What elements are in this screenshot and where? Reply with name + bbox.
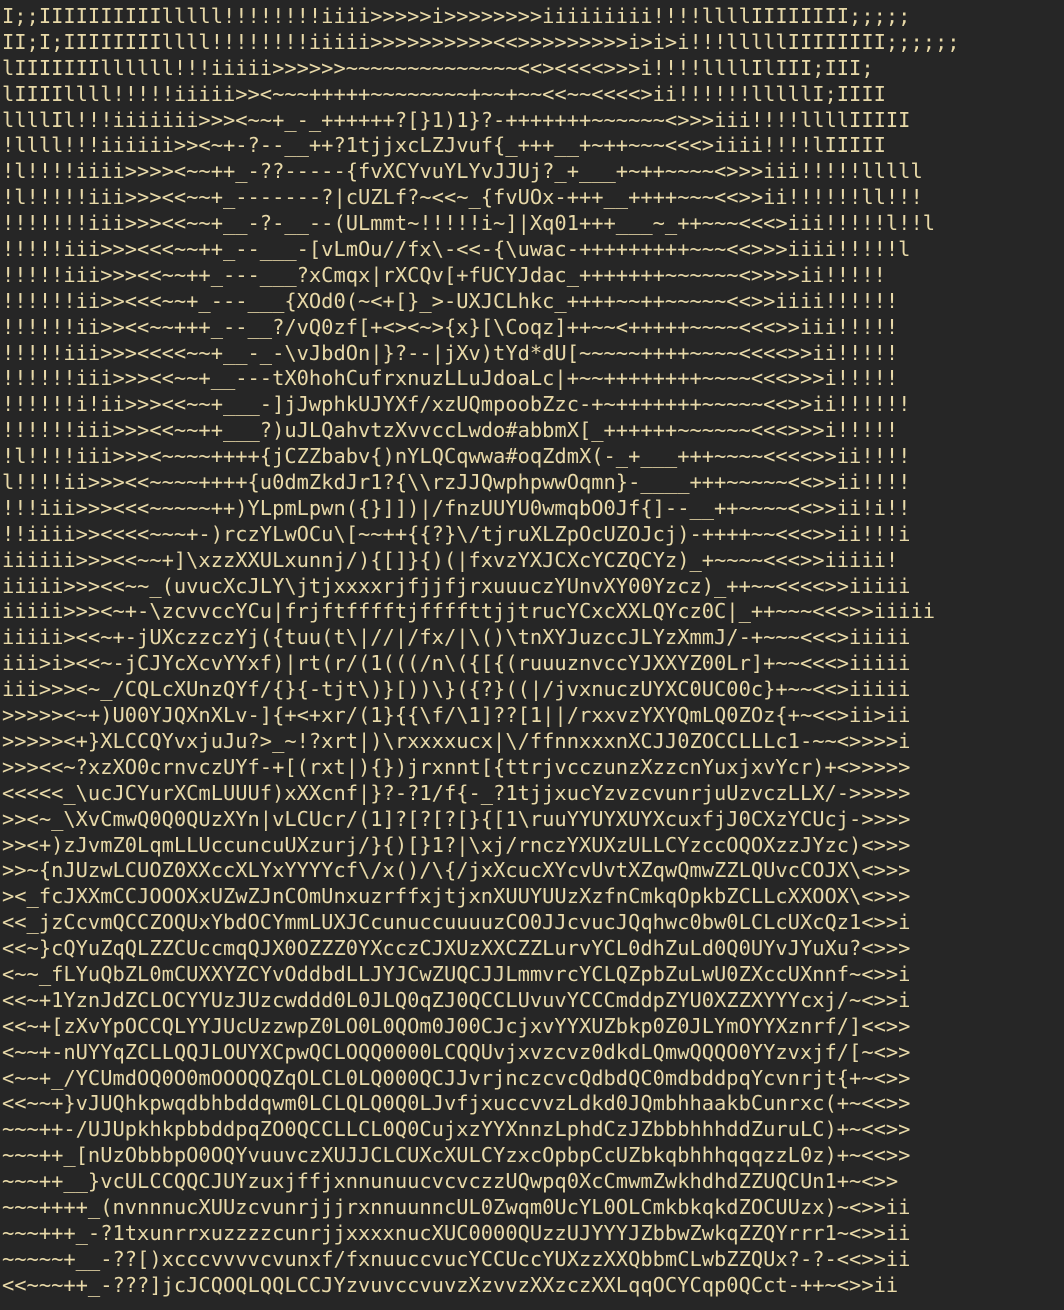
ascii-line: !l!!!!!iii>>><<~~+_-------?|cUZLf?~<<~_{… xyxy=(2,185,923,210)
ascii-line: <<~~~++_-???]jcJCQOQLQQLCCJYzvuvccvuvzXz… xyxy=(2,1272,899,1297)
ascii-line: >>><<~?xzXO0crnvczUYf-+[(rxt|){})jrxnnt[… xyxy=(2,754,911,779)
ascii-line: >>>>><~+)U00YJQXnXLv-]{+<+xr/(1}{{\f/\1]… xyxy=(2,703,911,728)
ascii-line: !llll!!!iiiiii>><~+-?--__++?1tjjxcLZJvuf… xyxy=(2,133,886,158)
ascii-line: !!!!!!ii>><<~~+++_--__?/vQ0zf[+<><~>{x}[… xyxy=(2,314,899,339)
ascii-line: <<~+[zXvYpOCCQLYYJUcUzzwpZ0LO0L0QOm0J00C… xyxy=(2,1013,911,1038)
ascii-line: !!!!!!iii>>><<~~++___?)uJLQahvtzXvvccLwd… xyxy=(2,418,899,443)
ascii-line: !!!!!!!iii>>><<~~+__-?-__--(ULmmt~!!!!!i… xyxy=(2,211,935,236)
ascii-line: !!!!!!iii>>><<~~+__---tX0hohCufrxnuzLLuJ… xyxy=(2,366,899,391)
ascii-line: <~~+-nUYYqZCLLQQJLOUYXCpwQCLOQQ0000LCQQU… xyxy=(2,1039,911,1064)
ascii-line: iii>i><<~-jCJYcXcvYYxf)|rt(r/(1(((/n\({[… xyxy=(2,651,911,676)
ascii-line: !!!!!iii>>><<~~++_---___?xCmqx|rXCQv[+fU… xyxy=(2,262,886,287)
ascii-line: lIIIIIIIllllll!!!iiiii>>>>>>~~~~~~~~~~~~… xyxy=(2,55,874,80)
ascii-line: !!iiii>><<<<~~~+-)rczYLwOCu\[~~++{{?}\/t… xyxy=(2,521,911,546)
ascii-line: iiiii>>><<~~_(uvucXcJLY\jtjxxxxrjfjjfjrx… xyxy=(2,573,911,598)
ascii-line: !!!!!!ii>><<<~~+_---___{XOd0(~<+[}_>-UXJ… xyxy=(2,288,899,313)
ascii-line: ~~~++-/UJUpkhkpbbddpqZO0QCCLLCL0Q0CujxzY… xyxy=(2,1117,911,1142)
ascii-line: <<<<<_\ucJCYurXCmLUUUf)xXXcnf|}?-?1/f{-_… xyxy=(2,780,911,805)
ascii-line: iiiiii>>><<~~+]\xzzXXULxunnj/){[]}{)(|fx… xyxy=(2,547,899,572)
ascii-art-block: I;;IIIIIIIIIIlllll!!!!!!!!iiii>>>>>i>>>>… xyxy=(2,0,1064,1310)
ascii-line: >>~{nJUzwLCUOZ0XXccXLYxYYYYcf\/x()/\{/jx… xyxy=(2,858,911,883)
ascii-line: lIIIIllll!!!!!iiiii>><~~~+++++~~~~~~~~+~… xyxy=(2,81,886,106)
ascii-line: <~~+_/YCUmdOQ0O0mOOOQQZqOLCL0LQ000QCJJvr… xyxy=(2,1065,911,1090)
ascii-line: <<_jzCcvmQCCZOQUxYbdOCYmmLUXJCcunuccuuuu… xyxy=(2,910,911,935)
ascii-line: ><_fcJXXmCCJOOOXxUZwZJnCOmUnxuzrffxjtjxn… xyxy=(2,884,911,909)
ascii-line: iii>>><~_/CQLcXUnzQYf/{}{-tjt\)}[))\}({?… xyxy=(2,677,911,702)
ascii-line: <<~}cQYuZqQLZZCUccmqQJX0OZZZ0YXcczCJXUzX… xyxy=(2,936,911,961)
ascii-line: !!!iii>>><<<~~~~~++)YLpmLpwn({}]])|/fnzU… xyxy=(2,495,911,520)
ascii-line: iiiii><<~+-jUXczzczYj({tuu(t\|//|/fx/|\(… xyxy=(2,625,911,650)
ascii-line: !l!!!!iiii>>>><~~++_-??-----{fvXCYvuYLYv… xyxy=(2,159,923,184)
ascii-line: <<~~+}vJUQhkpwqdbhbddqwm0LCLQLQ0Q0LJvfjx… xyxy=(2,1091,911,1116)
ascii-line: >><~_\XvCmwQ0Q0QUzXYn|vLCUcr/(1]?[?[?[}{… xyxy=(2,806,911,831)
ascii-line: ~~~~~+__-??[)xcccvvvvcvunxf/fxnuuccvucYC… xyxy=(2,1246,911,1271)
ascii-line: iiiii>>><~+-\zcvvccYCu|frjftfffftjfffftt… xyxy=(2,599,935,624)
ascii-line: ~~~++__}vcULCCQQCJUYzuxjffjxnnunuucvcvcz… xyxy=(2,1169,899,1194)
ascii-line: !l!!!!iii>>><~~~~++++{jCZZbabv{)nYLQCqww… xyxy=(2,444,911,469)
ascii-line: !!!!!iii>>><<<<~~+__-_-\vJbdOn|}?--|jXv)… xyxy=(2,340,899,365)
ascii-line: I;;IIIIIIIIIIlllll!!!!!!!!iiii>>>>>i>>>>… xyxy=(2,4,911,28)
ascii-line: <<~+1YznJdZCLOCYYUzJUzcwddd0L0JLQ0qZJ0QC… xyxy=(2,987,911,1012)
ascii-line: ~~~++_[nUzObbbpO0OQYvuuvczXUJJCLCUXcXULC… xyxy=(2,1143,911,1168)
ascii-line: >><+)zJvmZ0LqmLLUccuncuUXzurj/}{)[}1?|\x… xyxy=(2,832,911,857)
ascii-line: l!!!!ii>>><<~~~~++++{u0dmZkdJr1?{\\rzJJQ… xyxy=(2,470,911,495)
ascii-line: !!!!!!i!ii>>><<~~+___-]jJwphkUJYXf/xzUQm… xyxy=(2,392,911,417)
ascii-line: llllIl!!!iiiiiii>>><~~+_-_++++++?[}1)1}?… xyxy=(2,107,911,132)
ascii-line: <~~_fLYuQbZL0mCUXXYZCYvOddbdLLJYJCwZUQCJ… xyxy=(2,961,911,986)
ascii-line: ~~~+++_-?1txunrrxuzzzzcunrjjxxxxnucXUC00… xyxy=(2,1220,911,1245)
ascii-line: II;I;IIIIIIIIllll!!!!!!!!iiiii>>>>>>>>>>… xyxy=(2,29,960,54)
ascii-line: ~~~++++_(nvnnnucXUUzcvunrjjjrxnnuunncUL0… xyxy=(2,1194,911,1219)
ascii-line: >>>>><+}XLCCQYvxjuJu?>_~!?xrt|)\rxxxxucx… xyxy=(2,728,911,753)
ascii-line: !!!!!iii>>><<<~~++_--___-[vLmOu//fx\-<<-… xyxy=(2,237,911,262)
